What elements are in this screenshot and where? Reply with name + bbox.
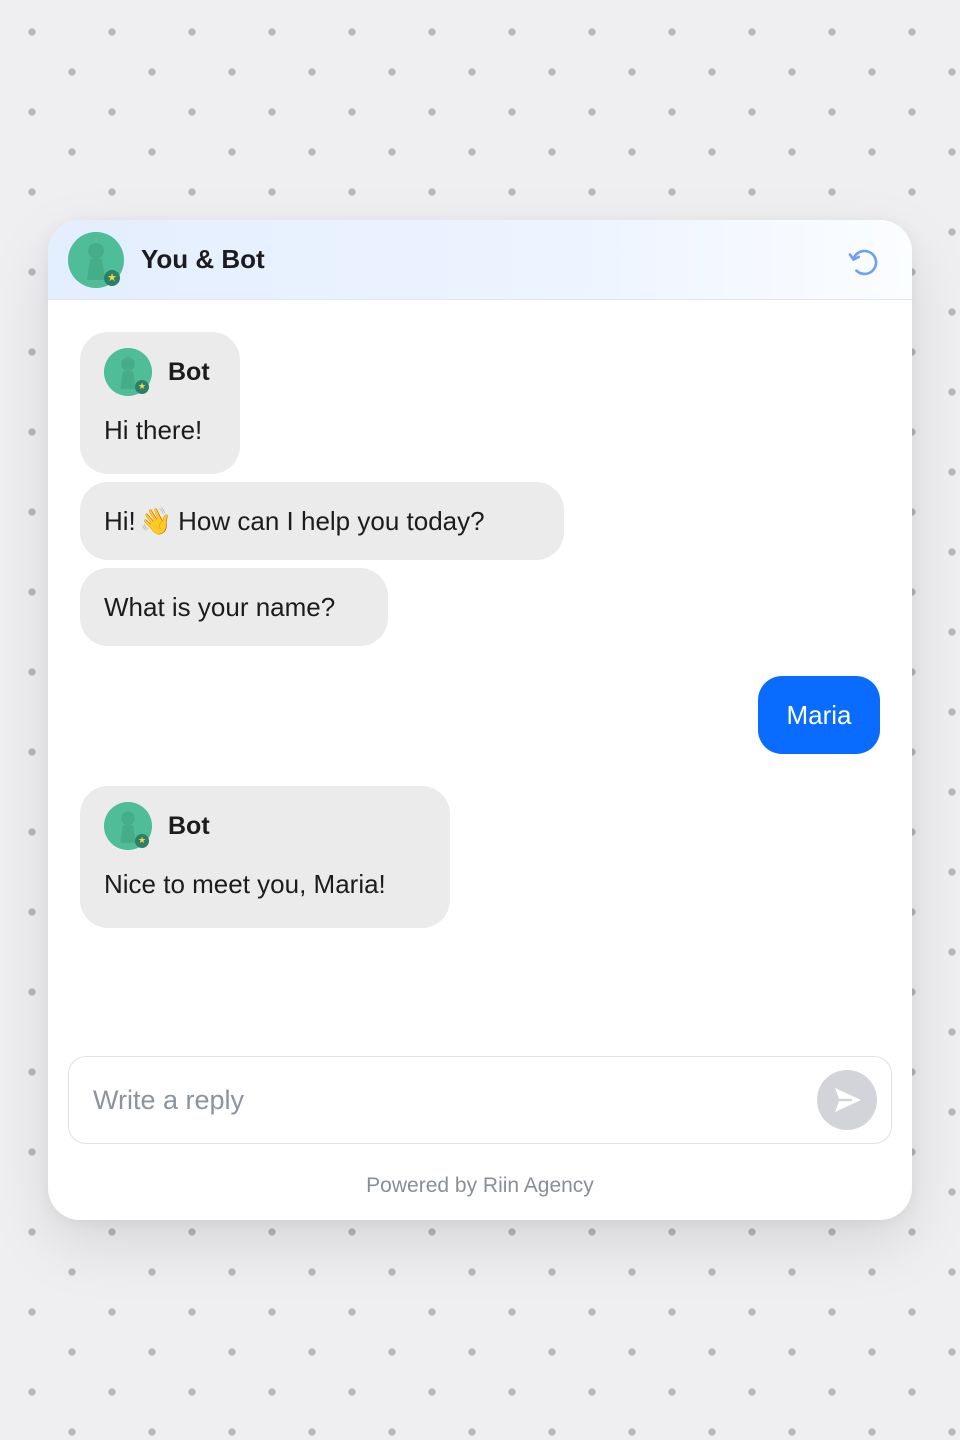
chat-header: ★ You & Bot <box>48 220 912 300</box>
message-prefix: Hi! <box>104 506 136 536</box>
powered-by: Powered by Riin Agency <box>366 1174 594 1197</box>
bot-message: Hi! 👋 How can I help you today? <box>80 482 564 560</box>
bot-message-group: ★ Bot Nice to meet you, Maria! <box>80 786 450 928</box>
reset-button[interactable] <box>844 242 884 282</box>
message-text: How can I help you today? <box>178 506 485 536</box>
star-badge-icon: ★ <box>135 834 149 848</box>
bot-message: What is your name? <box>80 568 388 646</box>
header-avatar: ★ <box>68 232 124 288</box>
waving-hand-icon: 👋 <box>139 507 173 537</box>
bot-message-group: ★ Bot Hi there! <box>80 332 240 474</box>
sender-name: Bot <box>168 358 210 386</box>
message-text: Maria <box>786 700 852 730</box>
star-badge-icon: ★ <box>135 380 149 394</box>
star-badge-icon: ★ <box>104 270 120 286</box>
message-text: Hi there! <box>104 415 203 445</box>
message-text: Nice to meet you, Maria! <box>104 869 386 899</box>
reply-input[interactable] <box>93 1077 793 1123</box>
send-icon <box>835 1088 861 1112</box>
bot-avatar: ★ <box>104 348 152 396</box>
send-button[interactable] <box>817 1070 877 1130</box>
reply-composer <box>68 1056 892 1144</box>
user-message: Maria <box>758 676 880 754</box>
chat-title: You & Bot <box>141 244 265 274</box>
message-text: What is your name? <box>104 592 336 622</box>
chat-widget: ★ You & Bot ★ Bot Hi there! Hi! 👋 How ca… <box>48 220 912 1220</box>
sender-name: Bot <box>168 812 210 840</box>
reset-icon <box>848 249 878 276</box>
bot-avatar: ★ <box>104 802 152 850</box>
